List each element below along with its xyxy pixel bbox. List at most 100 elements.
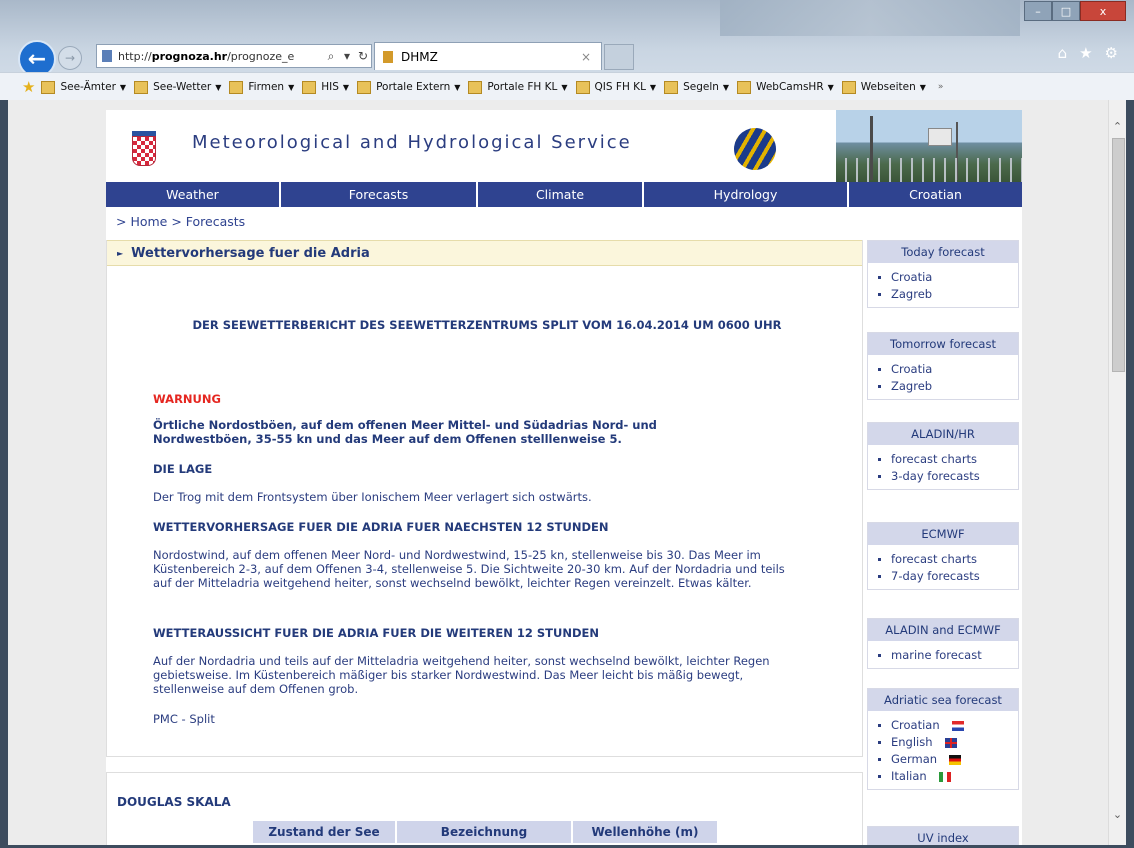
favorite-folder-label: See-Wetter	[153, 81, 212, 93]
sidebar-link[interactable]: 7-day forecasts	[878, 568, 1018, 585]
favorite-folder[interactable]: Webseiten ▼	[841, 80, 926, 94]
sidebar-link-label: 3-day forecasts	[891, 469, 980, 483]
favorite-folder[interactable]: QIS FH KL ▼	[575, 80, 657, 94]
refresh-icon[interactable]: ↻	[355, 49, 371, 63]
menu-forecasts[interactable]: Forecasts	[281, 182, 478, 207]
sidebar-box: ECMWF forecast charts 7-day forecasts	[867, 522, 1019, 590]
search-icon[interactable]: ⌕	[323, 49, 339, 64]
gear-icon[interactable]: ⚙	[1105, 44, 1118, 62]
sidebar-links: forecast charts 7-day forecasts	[868, 545, 1018, 589]
outlook-label: WETTERAUSSICHT FUER DIE ADRIA FUER DIE W…	[153, 626, 599, 640]
favorites-bar: ★ See-Ämter ▼ See-Wetter ▼ Firmen ▼ HIS ▼ Portal…	[0, 72, 1134, 102]
douglas-scale-section: DOUGLAS SKALA Zustand der See Bezeichnun…	[106, 772, 863, 845]
column-header: Bezeichnung	[397, 821, 573, 843]
breadcrumb[interactable]: > Home > Forecasts	[116, 214, 245, 229]
sidebar-link[interactable]: Croatia	[878, 361, 1018, 378]
minimize-button[interactable]: –	[1024, 1, 1052, 21]
favorite-folder-label: QIS FH KL	[594, 81, 646, 93]
tab-close-icon[interactable]: ×	[581, 50, 601, 64]
url-prefix: http://	[118, 49, 152, 63]
address-url[interactable]: http://prognoza.hr/prognoze_e	[118, 50, 323, 63]
arrow-right-icon: →	[64, 51, 76, 65]
flag-hr-icon	[951, 720, 964, 731]
folder-icon	[357, 80, 372, 94]
window-controls: – □ x	[1024, 1, 1126, 21]
folder-icon	[41, 80, 56, 94]
favorite-folder[interactable]: Firmen ▼	[229, 80, 294, 94]
bullet-icon	[878, 758, 881, 761]
url-path: /prognoze_e	[227, 49, 295, 63]
sidebar-link-label: Italian	[891, 769, 927, 783]
folder-icon	[468, 80, 483, 94]
window-frame-left	[0, 100, 8, 848]
sidebar-link-label: 7-day forecasts	[891, 569, 980, 583]
sidebar-link-label: forecast charts	[891, 452, 978, 466]
folder-icon	[575, 80, 590, 94]
maximize-button[interactable]: □	[1052, 1, 1080, 21]
new-tab-button[interactable]	[604, 44, 634, 70]
dropdown-icon[interactable]: ▾	[339, 49, 355, 63]
menu-hydrology[interactable]: Hydrology	[644, 182, 849, 207]
sidebar-link[interactable]: forecast charts	[878, 451, 1018, 468]
forward-button[interactable]: →	[58, 46, 82, 70]
menu-climate[interactable]: Climate	[478, 182, 644, 207]
favorite-folder-label: Segeln	[683, 81, 719, 93]
favorites-star-icon[interactable]: ★	[1079, 44, 1092, 62]
sidebar-links: Croatia Zagreb	[868, 355, 1018, 399]
close-window-button[interactable]: x	[1080, 1, 1126, 21]
favorite-folder[interactable]: WebCamsHR ▼	[737, 80, 834, 94]
menu-croatian[interactable]: Croatian	[849, 182, 1022, 207]
photo-fence	[836, 158, 1022, 182]
favorites-list: See-Ämter ▼ See-Wetter ▼ Firmen ▼ HIS ▼ Portale …	[41, 80, 933, 94]
flag-it-icon	[938, 771, 951, 782]
signature: PMC - Split	[153, 712, 215, 726]
address-bar[interactable]: http://prognoza.hr/prognoze_e ⌕ ▾ ↻	[96, 44, 372, 68]
sidebar-box: ALADIN and ECMWF marine forecast	[867, 618, 1019, 669]
favorites-overflow-icon[interactable]: »	[938, 82, 944, 92]
forecast-label: WETTERVORHERSAGE FUER DIE ADRIA FUER NAE…	[153, 520, 609, 534]
folder-icon	[229, 80, 244, 94]
sidebar-link[interactable]: Croatian	[878, 717, 1018, 734]
favorite-folder[interactable]: See-Ämter ▼	[41, 80, 126, 94]
main-menu: Weather Forecasts Climate Hydrology Croa…	[106, 182, 1022, 207]
sidebar-link[interactable]: 3-day forecasts	[878, 468, 1018, 485]
scrollbar-thumb[interactable]	[1112, 138, 1125, 372]
bullet-icon	[878, 724, 881, 727]
sidebar-link[interactable]: English	[878, 734, 1018, 751]
favorite-folder[interactable]: HIS ▼	[302, 80, 349, 94]
forecast-content: ► Wettervorhersage fuer die Adria DER SE…	[106, 240, 863, 757]
arrow-left-icon: ←	[27, 46, 47, 72]
page-viewport: Meteorological and Hydrological Service …	[8, 100, 1126, 845]
sidebar-link[interactable]: Zagreb	[878, 286, 1018, 303]
sidebar-link[interactable]: Zagreb	[878, 378, 1018, 395]
bullet-icon	[878, 368, 881, 371]
bullet-icon	[878, 575, 881, 578]
lage-text: Der Trog mit dem Frontsystem über Ionisc…	[153, 490, 592, 504]
sidebar-link[interactable]: forecast charts	[878, 551, 1018, 568]
menu-weather[interactable]: Weather	[106, 182, 281, 207]
favorite-folder[interactable]: Portale Extern ▼	[357, 80, 460, 94]
favorite-folder[interactable]: Portale FH KL ▼	[468, 80, 568, 94]
browser-tab[interactable]: DHMZ ×	[374, 42, 602, 70]
chevron-down-icon: ▼	[649, 82, 657, 92]
sidebar-link[interactable]: German	[878, 751, 1018, 768]
sidebar-link-label: German	[891, 752, 938, 766]
add-favorite-star-icon[interactable]: ★	[22, 78, 35, 96]
scroll-up-icon[interactable]: ⌃	[1109, 118, 1126, 135]
sidebar-link-label: Croatia	[891, 270, 933, 284]
favorite-folder-label: WebCamsHR	[756, 81, 824, 93]
favorite-folder[interactable]: See-Wetter ▼	[134, 80, 221, 94]
bullet-icon	[878, 741, 881, 744]
bullet-icon	[878, 458, 881, 461]
sidebar-box-title: ECMWF	[868, 523, 1018, 545]
sidebar-box: ALADIN/HR forecast charts 3-day forecasts	[867, 422, 1019, 490]
scroll-down-icon[interactable]: ⌄	[1109, 806, 1126, 823]
sidebar-link[interactable]: Italian	[878, 768, 1018, 785]
photo-instrument-box	[928, 128, 952, 146]
home-icon[interactable]: ⌂	[1058, 44, 1068, 62]
sidebar-link[interactable]: marine forecast	[878, 647, 1018, 664]
sidebar-link[interactable]: Croatia	[878, 269, 1018, 286]
vertical-scrollbar[interactable]: ⌃ ⌄	[1108, 100, 1126, 845]
tab-favicon-icon	[383, 50, 393, 63]
favorite-folder[interactable]: Segeln ▼	[664, 80, 729, 94]
